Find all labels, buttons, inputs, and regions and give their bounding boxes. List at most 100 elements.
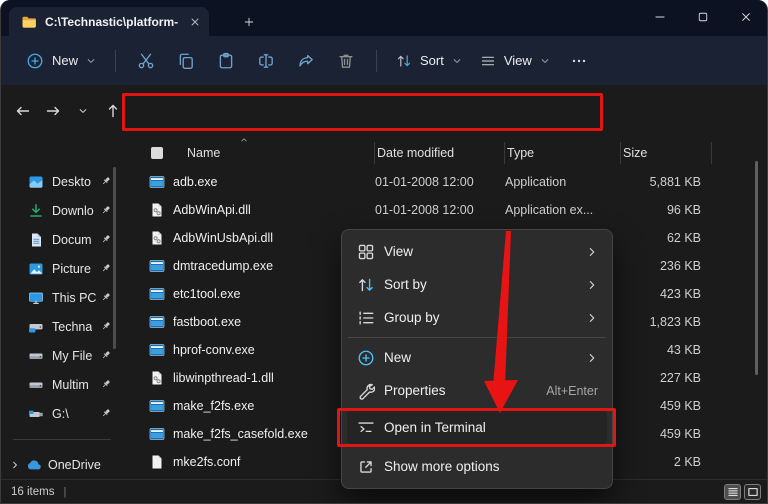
chevron-right-icon: [586, 246, 598, 258]
table-row[interactable]: AdbWinApi.dll 01-01-2008 12:00 Applicati…: [121, 196, 767, 224]
rename-button[interactable]: [246, 45, 286, 77]
sidebar-item-label: Picture: [52, 262, 91, 276]
paste-button[interactable]: [206, 45, 246, 77]
maximize-button[interactable]: [681, 0, 724, 33]
sidebar-item-label: Multim: [52, 378, 89, 392]
sidebar-item-label: Deskto: [52, 175, 91, 189]
column-label: Name: [187, 146, 220, 160]
chevron-right-icon: [586, 352, 598, 364]
file-size: 236 KB: [621, 259, 767, 273]
chevron-right-icon: [586, 279, 598, 291]
sidebar-item-docum[interactable]: Docum: [1, 225, 121, 254]
exe-file-icon: [149, 286, 165, 302]
view-toggles: [724, 484, 761, 500]
cut-button[interactable]: [126, 45, 166, 77]
select-all-checkbox[interactable]: [151, 147, 163, 159]
file-name: fastboot.exe: [173, 315, 241, 329]
terminal-icon: [357, 419, 375, 437]
up-button[interactable]: [98, 96, 127, 126]
column-header-type[interactable]: Type: [505, 142, 621, 164]
downloads-icon: [28, 203, 44, 219]
pin-icon: [100, 378, 112, 390]
tab-close-icon[interactable]: [189, 16, 201, 28]
menu-item-view[interactable]: View: [347, 235, 607, 268]
sidebar-item-myfile[interactable]: My File: [1, 341, 121, 370]
new-button[interactable]: New: [17, 46, 105, 76]
recent-locations-button[interactable]: [68, 96, 97, 126]
sidebar-item-downlo[interactable]: Downlo: [1, 196, 121, 225]
file-size: 96 KB: [621, 203, 767, 217]
sort-button[interactable]: Sort: [387, 47, 471, 75]
file-size: 459 KB: [621, 427, 767, 441]
pin-icon: [100, 320, 112, 332]
chevron-right-icon[interactable]: [10, 460, 20, 470]
new-plus-icon: [26, 52, 44, 70]
column-headers: Name Date modified Type Size: [121, 137, 767, 168]
back-arrow-icon: [15, 103, 31, 119]
share-button[interactable]: [286, 45, 326, 77]
sidebar-item-onedrive[interactable]: OneDrive: [1, 450, 121, 479]
file-name: etc1tool.exe: [173, 287, 240, 301]
sidebar-item-multim[interactable]: Multim: [1, 370, 121, 399]
copy-icon: [177, 52, 195, 70]
copy-button[interactable]: [166, 45, 206, 77]
chevron-right-icon: [586, 312, 598, 324]
thumbnail-view-toggle[interactable]: [744, 484, 761, 500]
sidebar-scrollbar[interactable]: [113, 167, 116, 349]
column-header-date[interactable]: Date modified: [375, 142, 505, 164]
command-toolbar: New Sort View: [1, 36, 767, 85]
details-view-toggle[interactable]: [724, 484, 741, 500]
close-button[interactable]: [724, 0, 767, 33]
explorer-tab[interactable]: C:\Technastic\platform-: [9, 7, 209, 36]
sidebar-item-picture[interactable]: Picture: [1, 254, 121, 283]
view-lines-icon: [480, 53, 496, 69]
close-icon: [740, 11, 752, 23]
file-list-scrollbar[interactable]: [755, 161, 758, 375]
menu-item-show-more-options[interactable]: Show more options: [347, 450, 607, 483]
context-menu: View Sort by Group by New Properties Alt…: [341, 229, 613, 489]
drive-sync-icon: [28, 319, 44, 335]
delete-button[interactable]: [326, 45, 366, 77]
chevron-down-icon: [86, 56, 96, 66]
sort-arrows-icon: [357, 276, 375, 294]
usb-drive-icon: [28, 406, 44, 422]
menu-item-group-by[interactable]: Group by: [347, 301, 607, 334]
column-label: Date modified: [377, 146, 454, 160]
sidebar-item-thispc[interactable]: This PC: [1, 283, 121, 312]
menu-item-label: Sort by: [384, 277, 427, 292]
menu-item-properties[interactable]: Properties Alt+Enter: [347, 374, 607, 407]
view-button[interactable]: View: [471, 47, 559, 75]
sidebar-item-label: My File: [52, 349, 92, 363]
delete-icon: [337, 52, 355, 70]
new-button-label: New: [52, 53, 78, 68]
sidebar-item-label: This PC: [52, 291, 96, 305]
new-plus-icon: [357, 349, 375, 367]
column-header-size[interactable]: Size: [621, 142, 712, 164]
chevron-down-icon: [540, 56, 550, 66]
menu-item-sort-by[interactable]: Sort by: [347, 268, 607, 301]
menu-item-new[interactable]: New: [347, 341, 607, 374]
pin-icon: [100, 175, 112, 187]
forward-button[interactable]: [38, 96, 67, 126]
minimize-button[interactable]: [638, 0, 681, 33]
pin-icon: [100, 262, 112, 274]
sidebar-item-techna[interactable]: Techna: [1, 312, 121, 341]
toolbar-divider: [376, 50, 377, 72]
new-tab-button[interactable]: [237, 10, 261, 34]
menu-item-open-in-terminal[interactable]: Open in Terminal: [347, 411, 607, 444]
sort-arrows-icon: [396, 53, 412, 69]
column-header-name[interactable]: Name: [149, 142, 375, 164]
sidebar-item-deskto[interactable]: Deskto: [1, 167, 121, 196]
file-size: 5,881 KB: [621, 175, 767, 189]
file-type: Application: [505, 175, 621, 189]
drive-icon: [28, 377, 44, 393]
documents-icon: [28, 232, 44, 248]
see-more-button[interactable]: [559, 45, 599, 77]
more-icon: [571, 53, 587, 69]
back-button[interactable]: [8, 96, 37, 126]
file-date: 01-01-2008 12:00: [375, 175, 505, 189]
menu-item-label: Properties: [384, 383, 446, 398]
table-row[interactable]: adb.exe 01-01-2008 12:00 Application 5,8…: [121, 168, 767, 196]
caret-up-icon: [239, 135, 249, 145]
sidebar-item-g[interactable]: G:\: [1, 399, 121, 428]
